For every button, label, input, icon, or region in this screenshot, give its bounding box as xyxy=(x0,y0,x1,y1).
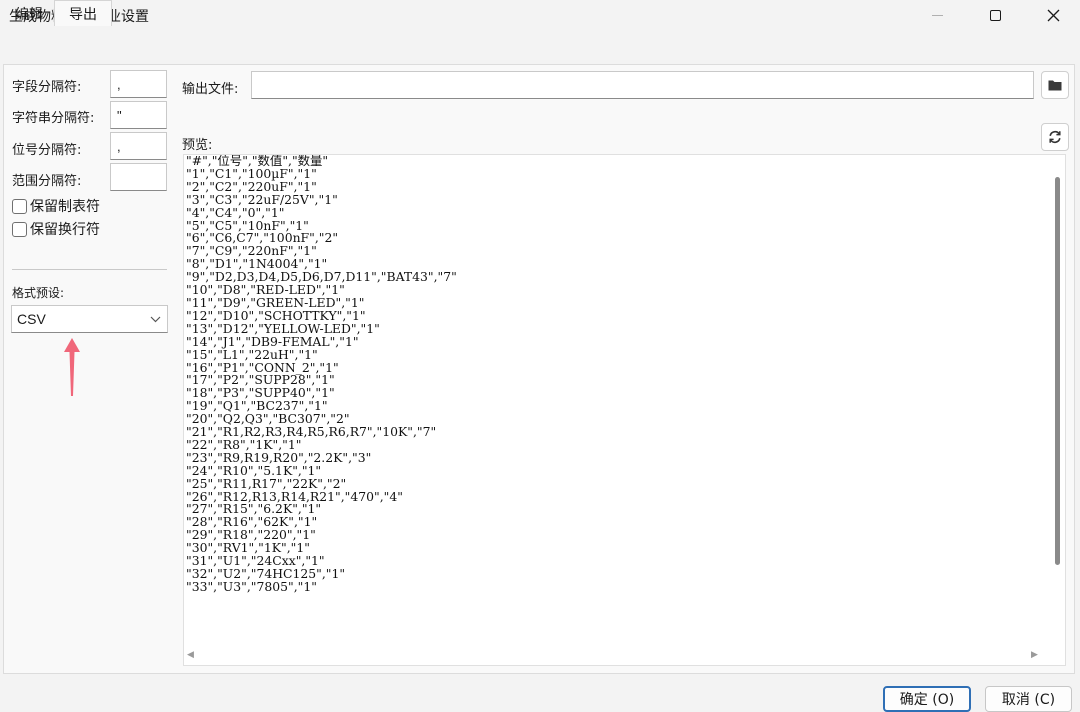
reference-separator-input[interactable]: , xyxy=(110,132,167,160)
refresh-button[interactable] xyxy=(1041,123,1069,151)
keep-tabs-label: 保留制表符 xyxy=(30,199,100,215)
field-separator-input[interactable]: , xyxy=(110,70,167,98)
vertical-scrollbar[interactable] xyxy=(1055,177,1060,565)
close-button[interactable] xyxy=(1024,0,1080,30)
range-separator-label: 范围分隔符: xyxy=(12,174,82,189)
keep-newlines-label: 保留换行符 xyxy=(30,222,100,238)
field-separator-label: 字段分隔符: xyxy=(12,80,82,95)
keep-newlines-checkbox[interactable] xyxy=(12,221,27,237)
tab-edit[interactable]: 编辑 xyxy=(4,2,54,26)
preview-textbox[interactable]: "#","位号","数值","数量" "1","C1","100µF","1" "2… xyxy=(183,154,1066,666)
preview-content: "#","位号","数值","数量" "1","C1","100µF","1" "2… xyxy=(186,155,457,594)
preview-line: "33","U3","7805","1" xyxy=(186,578,317,594)
ok-button[interactable]: 确定 (O) xyxy=(883,686,971,712)
divider xyxy=(12,269,167,270)
chevron-down-icon xyxy=(150,316,161,322)
output-file-label: 输出文件: xyxy=(182,82,239,97)
format-preset-select[interactable]: CSV xyxy=(11,305,168,333)
maximize-icon xyxy=(989,9,1001,21)
tab-export[interactable]: 导出 xyxy=(54,0,112,26)
keep-newlines-option[interactable]: 保留换行符 xyxy=(12,219,100,239)
keep-tabs-option[interactable]: 保留制表符 xyxy=(12,196,100,216)
refresh-icon xyxy=(1049,130,1061,144)
title-bar: 生成物料清单作业设置 xyxy=(0,0,1080,30)
browse-button[interactable] xyxy=(1041,71,1069,99)
close-icon xyxy=(1047,9,1059,21)
maximize-button[interactable] xyxy=(966,0,1024,30)
annotation-arrow-icon xyxy=(64,338,80,396)
scroll-right-icon[interactable]: ▶ xyxy=(1031,650,1038,660)
format-preset-label: 格式预设: xyxy=(12,286,65,300)
cancel-button[interactable]: 取消 (C) xyxy=(985,686,1072,712)
scroll-left-icon[interactable]: ◀ xyxy=(187,650,194,660)
folder-icon xyxy=(1048,80,1062,91)
string-separator-label: 字符串分隔符: xyxy=(12,111,95,126)
keep-tabs-checkbox[interactable] xyxy=(12,198,27,214)
string-separator-input[interactable]: " xyxy=(110,101,167,129)
minimize-icon xyxy=(931,14,943,16)
output-file-input[interactable] xyxy=(251,71,1034,99)
preview-label: 预览: xyxy=(182,138,213,153)
range-separator-input[interactable] xyxy=(110,163,167,191)
minimize-button[interactable] xyxy=(908,0,966,30)
reference-separator-label: 位号分隔符: xyxy=(12,143,82,158)
format-preset-value: CSV xyxy=(17,311,46,327)
